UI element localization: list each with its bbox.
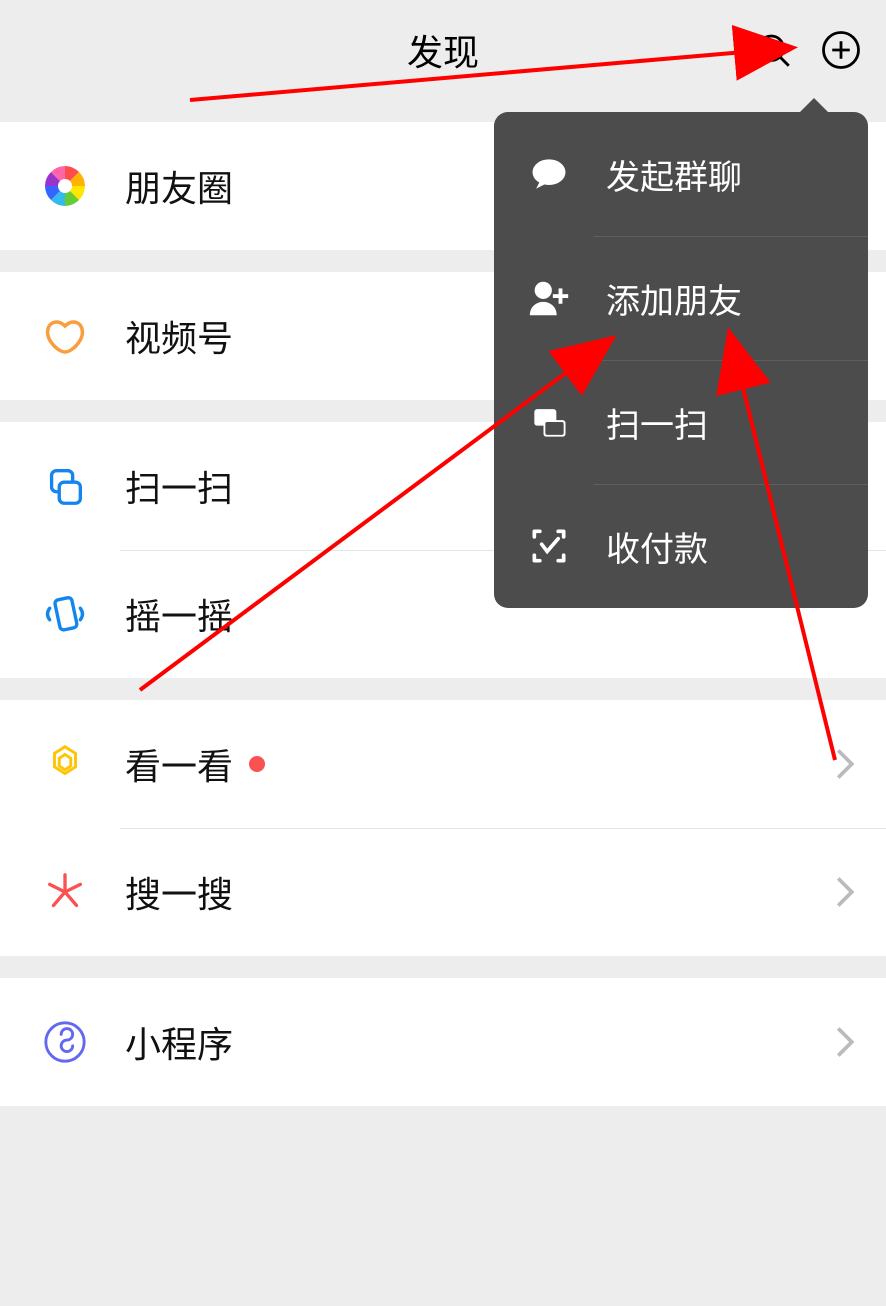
chat-bubble-icon bbox=[524, 149, 574, 199]
page-title: 发现 bbox=[407, 24, 479, 76]
row-label: 小程序 bbox=[125, 1016, 834, 1068]
unread-dot bbox=[249, 756, 265, 772]
chevron-right-icon bbox=[834, 1025, 856, 1059]
plus-circle-icon bbox=[820, 29, 862, 71]
popup-item-addfriend[interactable]: 添加朋友 bbox=[494, 236, 868, 360]
popup-item-scan[interactable]: 扫一扫 bbox=[494, 360, 868, 484]
popup-label: 收付款 bbox=[606, 522, 708, 571]
popup-item-pay[interactable]: 收付款 bbox=[494, 484, 868, 608]
row-miniprograms[interactable]: 小程序 bbox=[0, 978, 886, 1106]
add-friend-icon bbox=[524, 273, 574, 323]
shake-icon bbox=[40, 589, 90, 639]
popup-label: 扫一扫 bbox=[606, 398, 708, 447]
popup-item-groupchat[interactable]: 发起群聊 bbox=[494, 112, 868, 236]
chevron-right-icon bbox=[834, 747, 856, 781]
search-button[interactable] bbox=[750, 27, 796, 73]
popup-label: 发起群聊 bbox=[606, 150, 742, 199]
header-bar: 发现 bbox=[0, 0, 886, 100]
moments-icon bbox=[40, 161, 90, 211]
miniprograms-icon bbox=[40, 1017, 90, 1067]
plus-button[interactable] bbox=[818, 27, 864, 73]
topstories-icon bbox=[40, 739, 90, 789]
scan-icon bbox=[40, 461, 90, 511]
row-label: 搜一搜 bbox=[125, 866, 834, 918]
search-row-icon bbox=[40, 867, 90, 917]
channels-icon bbox=[40, 311, 90, 361]
payment-icon bbox=[524, 521, 574, 571]
row-search[interactable]: 搜一搜 bbox=[0, 828, 886, 956]
popup-label: 添加朋友 bbox=[606, 274, 742, 323]
search-icon bbox=[752, 29, 794, 71]
row-label: 看一看 bbox=[125, 738, 233, 790]
chevron-right-icon bbox=[834, 875, 856, 909]
row-topstories[interactable]: 看一看 bbox=[0, 700, 886, 828]
scan-qr-icon bbox=[524, 397, 574, 447]
plus-popup-menu: 发起群聊 添加朋友 扫一扫 bbox=[494, 112, 868, 608]
